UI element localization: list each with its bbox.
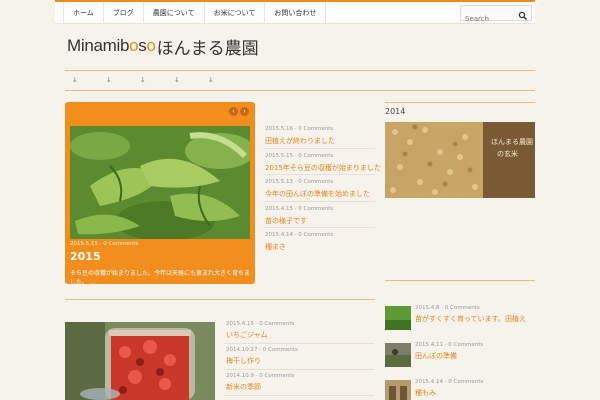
post-title-link[interactable]: 新米の季節	[226, 382, 261, 392]
post-title-link[interactable]: 田植えが終わりました	[265, 136, 335, 146]
category-item[interactable]: ↓	[174, 76, 208, 84]
list-item: 2015.4.8 · 0 Comments 苗がすくすく育っています。田植え	[385, 304, 535, 341]
search-input[interactable]	[461, 12, 517, 26]
sidebar-divider-top	[385, 102, 535, 103]
post-meta: 2015.4.15 · 0 Comments	[226, 321, 295, 327]
post-title-link[interactable]: 今年の田んぼの準備を始めました	[265, 189, 370, 199]
category-item[interactable]: ↓	[140, 76, 174, 84]
list-item: 2014.10.9 · 0 Comments 新米の季節	[224, 370, 374, 396]
list-item: 2015.4.15 · 0 Comments 苗の様子です	[263, 202, 375, 228]
category-item[interactable]: ↓	[208, 76, 242, 84]
featured-excerpt: そら豆の収穫が始まりました。今年は天候にも恵まれ大きく育ちました。 ...	[70, 270, 251, 286]
sidebar-divider-mid	[385, 280, 535, 281]
slider-controls: ‹ ›	[229, 107, 249, 116]
post-meta: 2015.4.11 · 0 Comments	[415, 342, 484, 348]
featured-slider[interactable]: ‹ › 2015.5.15 · 0 Comments 2015 そら豆の収穫が始…	[65, 102, 255, 286]
category-item[interactable]: ↓	[72, 76, 106, 84]
sidebar-photo-caption: ほんまる農園	[491, 137, 533, 146]
featured-meta: 2015.5.15 · 0 Comments	[70, 241, 139, 247]
recent-posts: 2015.5.16 · 0 Comments 田植えが終わりました 2015.5…	[263, 122, 381, 255]
sidebar-heading: 2014	[385, 107, 406, 116]
list-item: 2015.5.13 · 0 Comments 今年の田んぼの準備を始めました	[263, 175, 375, 202]
post-meta: 2015.4.8 · 0 Comments	[415, 305, 480, 311]
list-item: 2015.5.15 · 0 Comments 2015年そら豆の収穫が始まりまし…	[263, 149, 381, 175]
category-item[interactable]: ↓	[106, 76, 140, 84]
chevron-left-icon[interactable]: ‹	[229, 107, 238, 116]
post-meta: 2015.4.14 · 0 Comments	[415, 379, 484, 385]
post-thumbnail[interactable]	[385, 306, 411, 330]
bottom-featured-photo[interactable]	[65, 322, 215, 400]
nav-item-about-farm[interactable]: 農園について	[144, 2, 205, 24]
post-meta: 2015.5.16 · 0 Comments	[265, 126, 334, 132]
post-title-link[interactable]: 種もみ	[415, 388, 436, 398]
post-title-link[interactable]: 田んぼの準備	[415, 351, 457, 361]
search-box	[460, 5, 532, 26]
post-title-link[interactable]: 2015年そら豆の収穫が始まりました	[265, 163, 381, 173]
bottom-posts: 2015.4.15 · 0 Comments いちごジャム 2014.10.27…	[224, 318, 374, 396]
post-meta: 2015.5.15 · 0 Comments	[265, 152, 334, 159]
chevron-right-icon[interactable]: ›	[240, 107, 249, 116]
top-bar: ホーム ブログ 農園について お米について お問い合わせ	[55, 0, 535, 26]
list-item: 2015.4.15 · 0 Comments いちごジャム	[224, 318, 374, 344]
featured-photo[interactable]	[70, 126, 250, 239]
post-title-link[interactable]: 梅干し作り	[226, 356, 261, 366]
post-title-link[interactable]: 種まき	[265, 242, 286, 252]
header-divider	[65, 70, 535, 71]
post-meta: 2015.5.13 · 0 Comments	[265, 179, 334, 185]
list-item: 2014.10.27 · 0 Comments 梅干し作り	[224, 344, 374, 370]
top-nav: ホーム ブログ 農園について お米について お問い合わせ	[63, 2, 327, 24]
featured-title[interactable]: 2015	[70, 250, 101, 263]
post-thumbnail[interactable]	[385, 380, 411, 400]
logo-latin: Minamiboso	[67, 36, 156, 55]
search-icon[interactable]	[518, 7, 528, 20]
category-nav: ↓ ↓ ↓ ↓ ↓	[72, 76, 242, 84]
nav-item-contact[interactable]: お問い合わせ	[265, 2, 327, 24]
post-meta: 2015.4.15 · 0 Comments	[265, 205, 334, 212]
section-divider	[65, 299, 375, 300]
sidebar-rice-photo[interactable]: ほんまる農園 の玄米	[385, 122, 535, 198]
list-item: 2015.4.11 · 0 Comments 田んぼの準備	[385, 341, 535, 378]
logo-japanese: ほんまる農園	[156, 38, 259, 59]
nav-item-home[interactable]: ホーム	[63, 2, 104, 24]
list-item: 2015.5.16 · 0 Comments 田植えが終わりました	[263, 122, 375, 149]
site-logo[interactable]: Minamiboso ほんまる農園	[67, 35, 259, 59]
post-title-link[interactable]: 苗の様子です	[265, 216, 307, 226]
list-item: 2015.4.14 · 0 Comments 種まき	[263, 228, 375, 255]
list-item: 2015.4.14 · 0 Comments 種もみ	[385, 378, 535, 400]
post-title-link[interactable]: 苗がすくすく育っています。田植え	[415, 314, 526, 324]
post-meta: 2015.4.14 · 0 Comments	[265, 232, 334, 238]
sidebar-posts: 2015.4.8 · 0 Comments 苗がすくすく育っています。田植え 2…	[385, 304, 535, 400]
subnav-divider	[65, 90, 535, 91]
nav-item-blog[interactable]: ブログ	[104, 2, 144, 24]
post-title-link[interactable]: いちごジャム	[226, 330, 268, 340]
post-meta: 2014.10.9 · 0 Comments	[226, 373, 295, 379]
post-thumbnail[interactable]	[385, 343, 411, 367]
post-meta: 2014.10.27 · 0 Comments	[226, 347, 298, 353]
nav-item-about-rice[interactable]: お米について	[205, 2, 266, 24]
sidebar-photo-caption: の玄米	[497, 149, 518, 158]
